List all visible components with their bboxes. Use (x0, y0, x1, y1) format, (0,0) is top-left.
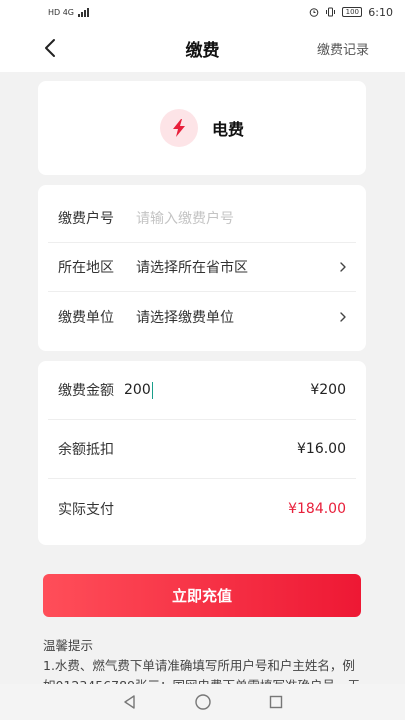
status-right: 100 6:10 (309, 6, 393, 19)
service-name: 电费 (211, 120, 244, 139)
alarm-icon (309, 8, 319, 17)
account-form-card: 缴费户号 请输入缴费户号 所在地区 请选择所在省市区 缴费单位 请选择缴费单位 (38, 185, 366, 351)
account-number-row: 缴费户号 请输入缴费户号 (48, 194, 356, 243)
network-indicator: HD 4G (48, 7, 75, 17)
actual-payment-row: 实际支付 ¥184.00 (48, 479, 356, 538)
clock-time: 6:10 (368, 5, 393, 19)
page-title: 缴费 (185, 40, 220, 61)
region-row[interactable]: 所在地区 请选择所在省市区 (48, 243, 356, 292)
system-navigation-bar (0, 684, 405, 720)
account-number-label: 缴费户号 (58, 211, 114, 227)
lightning-bolt-icon (172, 119, 185, 137)
service-icon-wrapper (159, 109, 198, 147)
tips-title: 温馨提示 (43, 638, 94, 653)
payment-unit-select[interactable]: 请选择缴费单位 (136, 307, 338, 327)
chevron-right-icon (338, 310, 348, 324)
region-label: 所在地区 (58, 260, 114, 276)
payment-amount-input[interactable]: 200 (124, 381, 310, 399)
system-home-button[interactable] (194, 693, 212, 711)
nav-bar: 缴费 缴费记录 (0, 24, 405, 72)
balance-deduction-label: 余额抵扣 (58, 442, 114, 458)
triangle-back-icon (123, 695, 135, 709)
balance-deduction-value: ¥16.00 (297, 441, 346, 457)
text-cursor (151, 381, 154, 399)
circle-home-icon (194, 694, 211, 710)
status-bar: HD 4G 100 6:10 (0, 0, 405, 24)
signal-icon (78, 7, 90, 17)
battery-icon: 100 (342, 7, 363, 17)
payment-amount-label: 缴费金额 (58, 383, 114, 399)
payment-unit-row[interactable]: 缴费单位 请选择缴费单位 (48, 292, 356, 341)
back-arrow-icon (45, 39, 55, 57)
account-number-input[interactable]: 请输入缴费户号 (136, 208, 348, 228)
back-button[interactable] (38, 36, 62, 60)
system-recents-button[interactable] (268, 694, 284, 710)
balance-deduction-row: 余额抵扣 ¥16.00 (48, 420, 356, 479)
chevron-right-icon (338, 260, 348, 274)
actual-payment-label: 实际支付 (58, 501, 114, 518)
service-card: 电费 (38, 81, 366, 175)
payment-amount-row: 缴费金额 200 ¥200 (48, 361, 356, 420)
recharge-now-button[interactable]: 立即充值 (43, 574, 361, 617)
status-left: HD 4G (48, 7, 90, 17)
tips-line: 1.水费、燃气费下单请准确填写所用户号和户主姓名，例 (43, 658, 355, 673)
payment-amount-input-value: 200 (124, 382, 151, 398)
payment-unit-label: 缴费单位 (58, 309, 114, 326)
square-recents-icon (269, 695, 282, 709)
actual-payment-value: ¥184.00 (288, 500, 346, 517)
vibrate-icon (326, 7, 336, 17)
payment-amount-display: ¥200 (310, 382, 346, 398)
region-select[interactable]: 请选择所在省市区 (136, 257, 338, 277)
payment-history-link[interactable]: 缴费记录 (317, 39, 369, 58)
system-back-button[interactable] (122, 694, 138, 710)
amount-card: 缴费金额 200 ¥200 余额抵扣 ¥16.00 实际支付 ¥184.00 (38, 361, 366, 545)
